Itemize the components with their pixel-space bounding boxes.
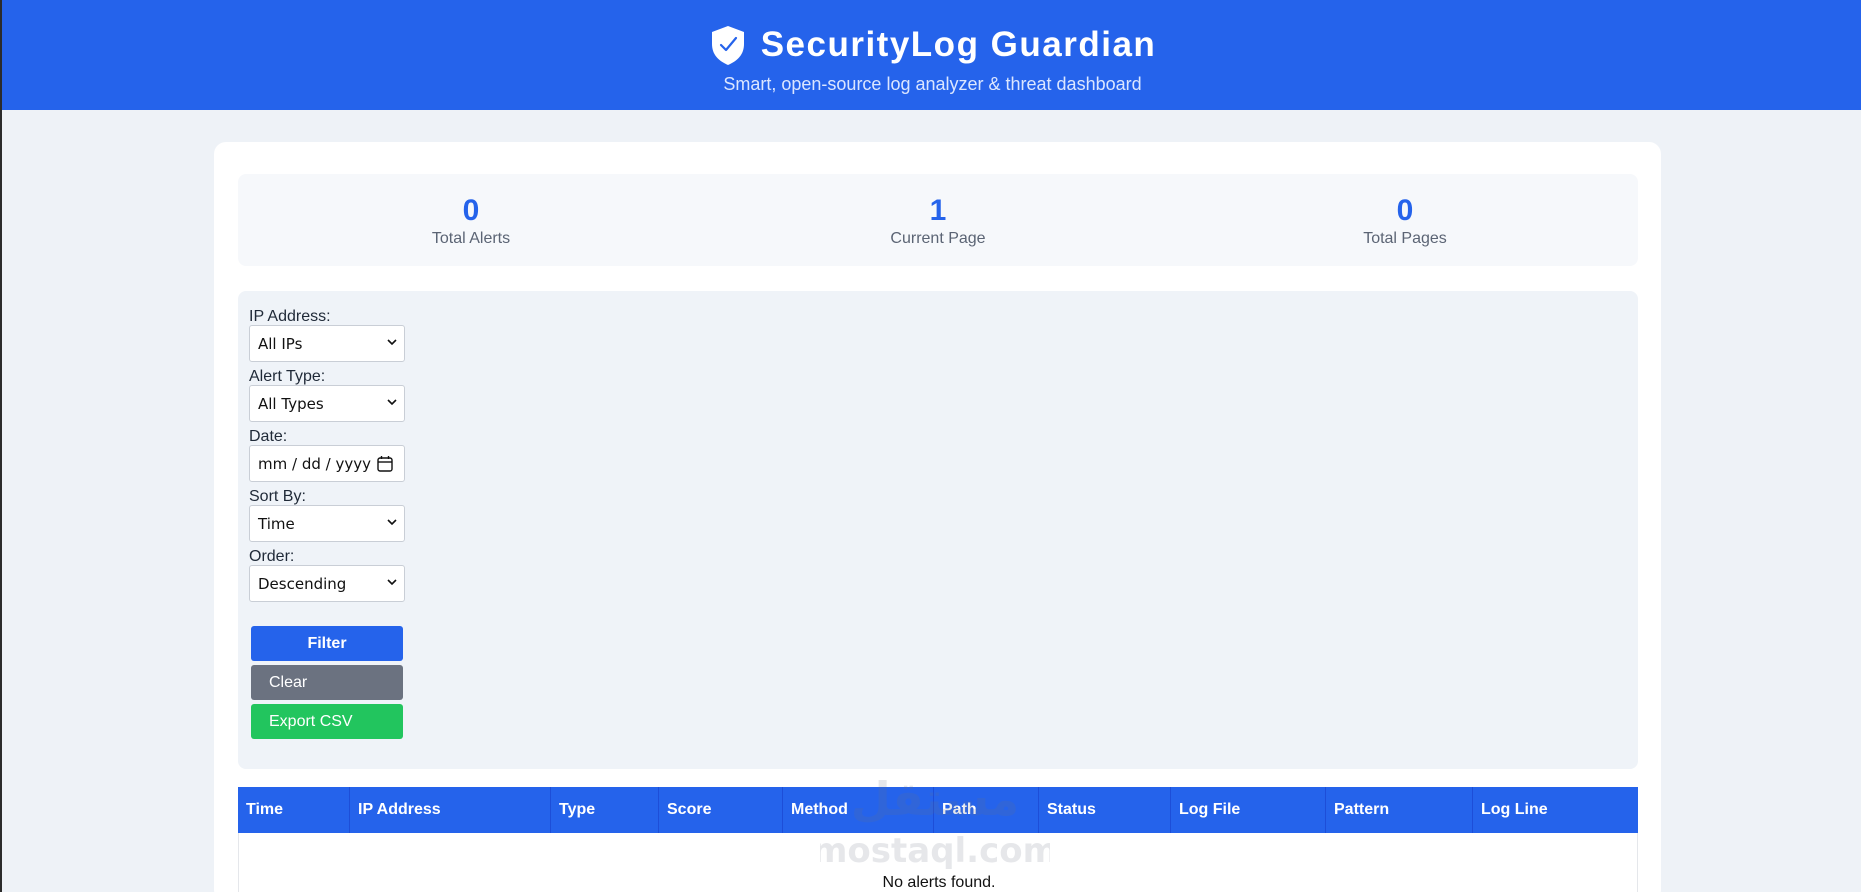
chevron-down-icon — [387, 399, 397, 406]
sort-filter-value: Time — [258, 514, 295, 533]
column-header[interactable]: Path — [933, 787, 1038, 833]
chevron-down-icon — [387, 339, 397, 346]
filter-panel: IP Address: All IPs Alert Type: All Type… — [238, 291, 1638, 769]
date-filter-input[interactable]: mm / dd / yyyy — [249, 445, 405, 482]
sort-filter-select[interactable]: Time — [249, 505, 405, 542]
calendar-icon[interactable] — [377, 455, 393, 472]
column-header[interactable]: Time — [238, 787, 349, 833]
type-filter-value: All Types — [258, 394, 324, 413]
column-header[interactable]: IP Address — [349, 787, 550, 833]
order-filter-value: Descending — [258, 574, 347, 593]
brand: SecurityLog Guardian — [709, 24, 1157, 66]
column-header[interactable]: Type — [550, 787, 658, 833]
column-header[interactable]: Status — [1038, 787, 1170, 833]
ip-filter-value: All IPs — [258, 334, 303, 353]
chevron-down-icon — [387, 579, 397, 586]
stat-value: 0 — [462, 194, 480, 227]
sort-filter-label: Sort By: — [249, 488, 306, 505]
date-filter-placeholder: mm / dd / yyyy — [258, 454, 371, 473]
dashboard-card: 0 Total Alerts 1 Current Page 0 Total Pa… — [214, 142, 1661, 892]
column-header[interactable]: Method — [782, 787, 933, 833]
stat-total-alerts: 0 Total Alerts — [351, 194, 591, 248]
order-filter-select[interactable]: Descending — [249, 565, 405, 602]
stat-label: Current Page — [890, 230, 986, 247]
type-filter-select[interactable]: All Types — [249, 385, 405, 422]
column-header[interactable]: Log File — [1170, 787, 1325, 833]
date-filter-label: Date: — [249, 428, 288, 445]
type-filter-label: Alert Type: — [249, 368, 326, 385]
stat-current-page: 1 Current Page — [818, 194, 1058, 248]
shield-check-icon — [711, 26, 744, 65]
stats-panel: 0 Total Alerts 1 Current Page 0 Total Pa… — [238, 174, 1638, 266]
order-filter-label: Order: — [249, 548, 295, 565]
column-header[interactable]: Score — [658, 787, 782, 833]
table-body: No alerts found. — [238, 833, 1638, 892]
clear-button[interactable]: Clear — [251, 665, 403, 700]
alerts-table: Time IP Address Type Score Method Path S… — [238, 787, 1638, 892]
column-header[interactable]: Log Line — [1472, 787, 1638, 833]
ip-filter-label: IP Address: — [249, 308, 331, 325]
column-header[interactable]: Pattern — [1325, 787, 1472, 833]
stat-label: Total Pages — [1363, 230, 1447, 247]
app-title: SecurityLog Guardian — [760, 25, 1157, 64]
stat-value: 1 — [929, 194, 947, 227]
app-header: SecurityLog Guardian Smart, open-source … — [2, 0, 1861, 110]
table-header: Time IP Address Type Score Method Path S… — [238, 787, 1638, 833]
export-csv-button[interactable]: Export CSV — [251, 704, 403, 739]
stat-value: 0 — [1396, 194, 1414, 227]
ip-filter-select[interactable]: All IPs — [249, 325, 405, 362]
app-subtitle: Smart, open-source log analyzer & threat… — [723, 74, 1142, 94]
chevron-down-icon — [387, 519, 397, 526]
stat-total-pages: 0 Total Pages — [1285, 194, 1525, 248]
stat-label: Total Alerts — [431, 230, 511, 247]
filter-button[interactable]: Filter — [251, 626, 403, 661]
empty-table-message: No alerts found. — [882, 874, 996, 891]
